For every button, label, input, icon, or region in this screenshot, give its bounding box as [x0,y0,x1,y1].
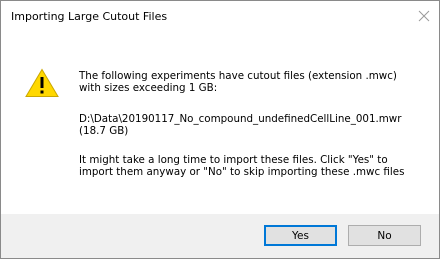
close-button[interactable] [409,1,439,31]
dialog-content: The following experiments have cutout fi… [1,31,439,214]
title-bar: Importing Large Cutout Files [1,1,439,31]
dialog-title: Importing Large Cutout Files [11,10,168,23]
message-line: It might take a long time to import thes… [79,154,388,166]
close-icon [418,10,430,22]
no-button[interactable]: No [348,225,421,246]
file-path-text: D:\Data\20190117_No_compound_undefinedCe… [79,113,402,125]
message-dialog: Importing Large Cutout Files The followi… [0,0,440,259]
message-line: with sizes exceeding 1 GB: [79,82,218,94]
message-line: import them anyway or "No" to skip impor… [79,166,405,178]
file-size-text: (18.7 GB) [79,125,129,137]
button-bar: Yes No [1,214,439,258]
warning-triangle-icon [25,68,59,97]
yes-button[interactable]: Yes [264,225,337,246]
message-line: The following experiments have cutout fi… [79,70,397,82]
